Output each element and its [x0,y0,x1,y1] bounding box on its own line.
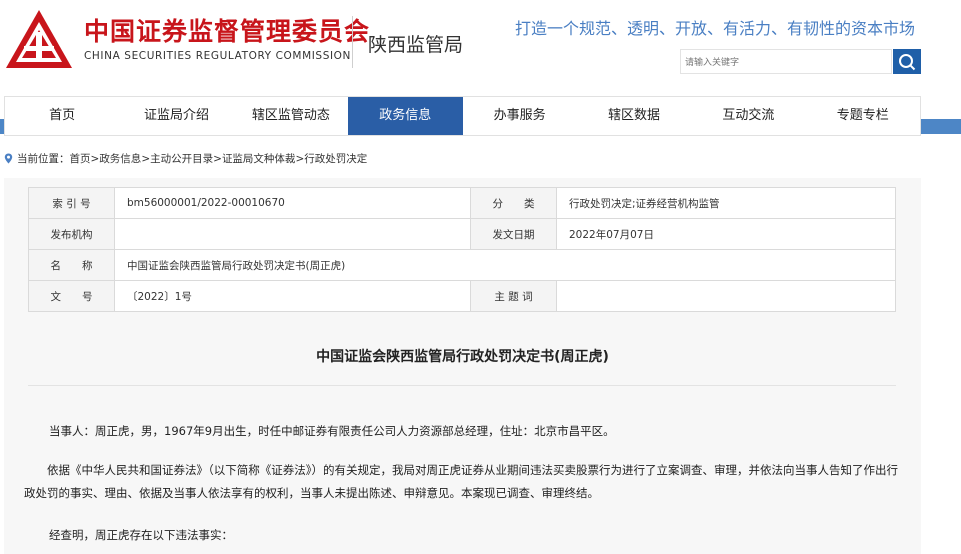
keywords-label: 主 题 词 [470,280,557,312]
content-area: 索 引 号 bm56000001/2022-00010670 分 类 行政处罚决… [4,178,921,554]
nav-item-home[interactable]: 首页 [5,97,119,135]
nav-item-special-topics[interactable]: 专题专栏 [806,97,920,135]
org-name-cn: 中国证券监督管理委员会 [84,17,371,46]
document-paragraph: 经查明，周正虎存在以下违法事实： [49,528,233,542]
search-button[interactable] [893,49,921,74]
keywords-value [556,280,896,312]
document-title: 中国证监会陕西监管局行政处罚决定书(周正虎) [316,349,609,365]
search-input[interactable] [681,51,885,75]
name-value: 中国证监会陕西监管局行政处罚决定书(周正虎) [114,249,896,281]
table-row: 索 引 号 bm56000001/2022-00010670 分 类 行政处罚决… [28,187,896,219]
breadcrumb-sep: > [295,152,305,165]
breadcrumb-home[interactable]: 首页 [70,151,91,166]
nav-item-interaction[interactable]: 互动交流 [691,97,805,135]
slogan: 打造一个规范、透明、开放、有活力、有韧性的资本市场 [514,19,915,38]
location-pin-icon [4,153,13,164]
nav-item-gov-info[interactable]: 政务信息 [348,97,463,135]
breadcrumb-gov-info[interactable]: 政务信息 [99,151,141,166]
date-value: 2022年07月07日 [556,218,896,250]
breadcrumb-prefix: 当前位置： [17,153,70,165]
breadcrumb-doc-types[interactable]: 证监局文种体裁 [222,151,296,166]
bureau-name: 陕西监管局 [368,34,464,56]
header-divider [352,16,353,68]
search-icon [899,53,916,70]
breadcrumb-public-catalog[interactable]: 主动公开目录 [150,151,213,166]
index-value: bm56000001/2022-00010670 [114,187,471,219]
document-paragraph: 依据《中华人民共和国证券法》（以下简称《证券法》）的有关规定，我局对周正虎证券从… [24,463,898,500]
table-row: 发布机构 发文日期 2022年07月07日 [28,218,896,250]
metadata-table: 索 引 号 bm56000001/2022-00010670 分 类 行政处罚决… [28,187,896,312]
table-row: 文 号 〔2022〕1号 主 题 词 [28,280,896,312]
breadcrumb-sep: > [213,152,222,165]
breadcrumb-sep: > [141,152,151,165]
name-label: 名 称 [28,249,115,281]
nav-item-regional-news[interactable]: 辖区监管动态 [234,97,348,135]
index-label: 索 引 号 [28,187,115,219]
breadcrumb-penalty-decisions[interactable]: 行政处罚决定 [304,151,367,166]
org-name-en: CHINA SECURITIES REGULATORY COMMISSION [84,50,351,62]
table-row: 名 称 中国证监会陕西监管局行政处罚决定书(周正虎) [28,249,896,281]
site-header: 中国证券监督管理委员会 CHINA SECURITIES REGULATORY … [0,0,961,96]
docno-label: 文 号 [28,280,115,312]
nav-item-services[interactable]: 办事服务 [463,97,577,135]
search-box[interactable] [680,49,892,75]
date-label: 发文日期 [470,218,557,250]
publisher-value [114,218,471,250]
publisher-label: 发布机构 [28,218,115,250]
title-divider [28,385,896,386]
breadcrumb-sep: > [90,152,100,165]
document-paragraph: 当事人：周正虎，男，1967年9月出生，时任中邮证券有限责任公司人力资源部总经理… [49,424,615,438]
breadcrumb: 当前位置： 首页 > 政务信息 > 主动公开目录 > 证监局文种体裁 > 行政处… [4,151,367,166]
csrc-logo-icon[interactable] [4,8,74,72]
nav-item-bureau-intro[interactable]: 证监局介绍 [119,97,233,135]
nav-item-regional-data[interactable]: 辖区数据 [577,97,691,135]
main-nav: 首页 证监局介绍 辖区监管动态 政务信息 办事服务 辖区数据 互动交流 专题专栏 [4,96,921,136]
category-value: 行政处罚决定;证券经营机构监管 [556,187,896,219]
docno-value: 〔2022〕1号 [114,280,471,312]
category-label: 分 类 [470,187,557,219]
